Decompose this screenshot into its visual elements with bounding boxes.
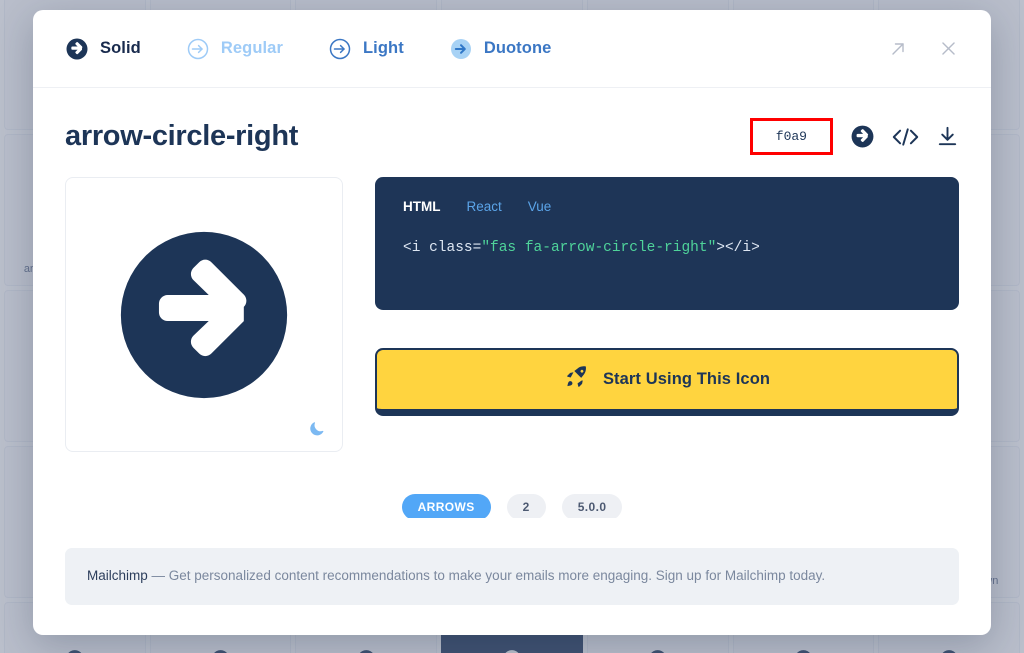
unicode-chip-container: f0a9 <box>749 118 833 155</box>
icon-tags: ARROWS 2 5.0.0 <box>65 494 959 519</box>
icon-preview-card <box>65 177 343 452</box>
style-tab-label: Light <box>362 39 404 57</box>
style-tab-label: Duotone <box>483 39 552 57</box>
moon-icon[interactable] <box>308 419 326 437</box>
start-using-this-icon-button[interactable]: Start Using This Icon <box>375 348 959 416</box>
code-suffix: ></i> <box>716 240 760 256</box>
code-framework-tabs: HTML React Vue <box>403 199 931 214</box>
sponsor-text: — Get personalized content recommendatio… <box>147 568 826 584</box>
sponsor-brand: Mailchimp <box>87 568 148 584</box>
external-link-icon[interactable] <box>885 36 911 62</box>
code-tab-vue[interactable]: Vue <box>528 199 552 214</box>
unicode-value[interactable]: f0a9 <box>753 122 829 151</box>
cta-wrapper: Start Using This Icon <box>375 348 959 416</box>
style-tab-label: Solid <box>100 39 141 57</box>
arrow-circle-right-icon <box>186 37 210 61</box>
style-tab-label: Regular <box>220 39 283 57</box>
style-tab-light[interactable]: Light <box>328 37 404 61</box>
rocket-icon <box>564 365 589 395</box>
modal-header-actions <box>885 36 961 62</box>
code-tab-react[interactable]: React <box>467 199 502 214</box>
icon-style-tabs: Solid Regular Light Duotone <box>65 37 596 61</box>
style-tab-solid[interactable]: Solid <box>65 37 141 61</box>
arrow-circle-right-icon <box>328 37 352 61</box>
title-row: arrow-circle-right f0a9 <box>65 118 959 155</box>
modal-body: arrow-circle-right f0a9 HTML React Vue <… <box>33 88 991 519</box>
code-prefix: <i class= <box>403 240 482 256</box>
arrow-circle-right-icon <box>449 37 473 61</box>
cta-label: Start Using This Icon <box>602 370 771 388</box>
modal-footer: Mailchimp — Get personalized content rec… <box>33 548 991 635</box>
arrow-circle-right-icon[interactable] <box>850 124 875 149</box>
style-tab-regular[interactable]: Regular <box>186 37 283 61</box>
arrow-circle-right-icon <box>65 37 89 61</box>
code-tab-html[interactable]: HTML <box>403 199 441 214</box>
arrow-circle-right-icon <box>109 220 299 410</box>
icon-tag[interactable]: ARROWS <box>401 494 491 519</box>
download-icon[interactable] <box>936 125 959 148</box>
icon-detail-modal: Solid Regular Light Duotone arrow-circle-ri… <box>33 10 991 635</box>
page-title: arrow-circle-right <box>65 120 299 152</box>
icon-tag[interactable]: 5.0.0 <box>561 494 623 519</box>
code-class-value: "fas fa-arrow-circle-right" <box>481 240 717 256</box>
code-and-cta-column: HTML React Vue <i class="fas fa-arrow-circ… <box>375 177 959 452</box>
sponsor-promo[interactable]: Mailchimp — Get personalized content rec… <box>65 548 959 605</box>
title-actions: f0a9 <box>749 118 959 155</box>
detail-columns: HTML React Vue <i class="fas fa-arrow-circ… <box>65 177 959 452</box>
modal-header: Solid Regular Light Duotone <box>33 10 991 88</box>
code-snippet-panel: HTML React Vue <i class="fas fa-arrow-circ… <box>375 177 959 310</box>
close-icon[interactable] <box>935 36 961 62</box>
icon-tag[interactable]: 2 <box>506 494 546 519</box>
code-snippet[interactable]: <i class="fas fa-arrow-circle-right"></i… <box>403 240 931 256</box>
style-tab-duotone[interactable]: Duotone <box>449 37 552 61</box>
code-icon[interactable] <box>892 126 919 148</box>
